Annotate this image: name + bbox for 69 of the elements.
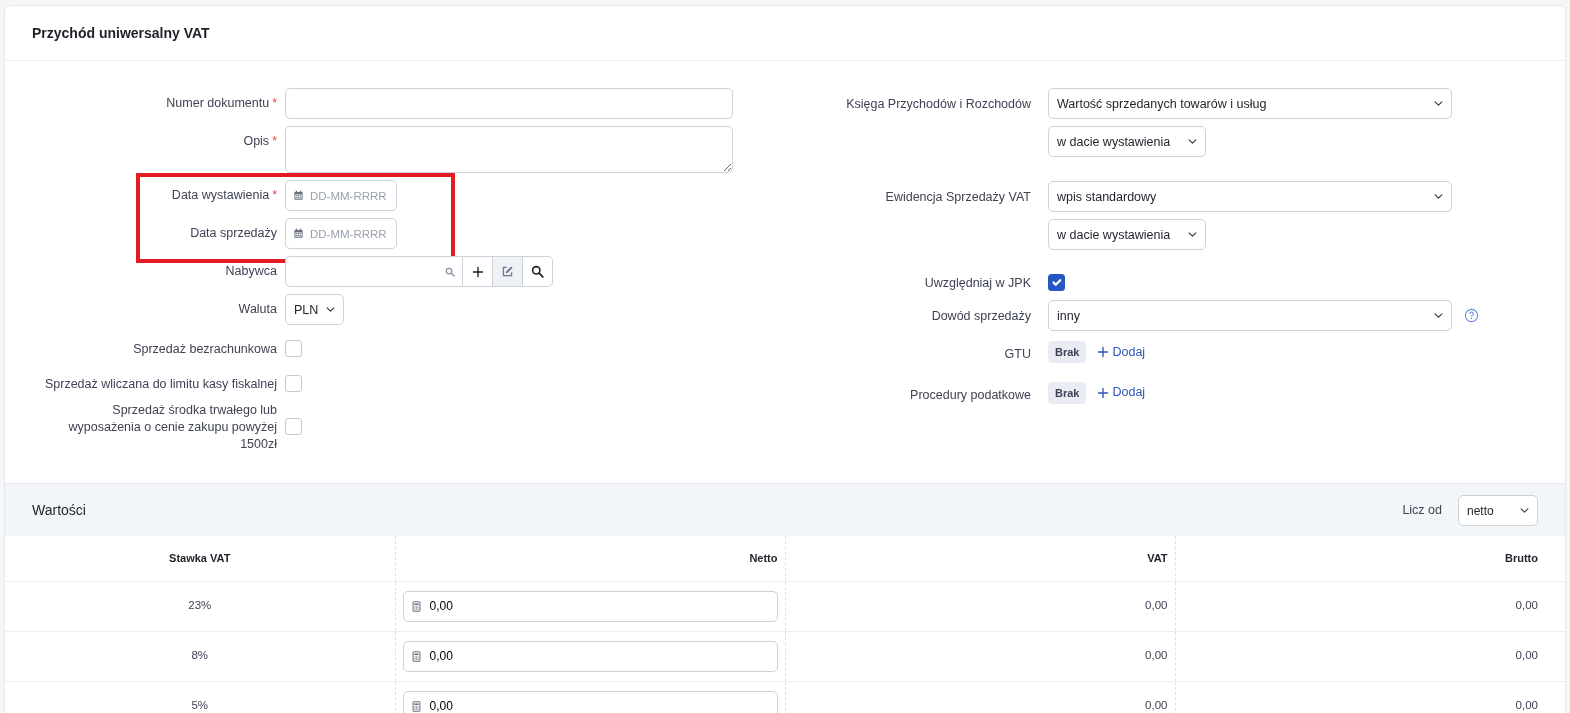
help-icon[interactable]	[1464, 307, 1479, 323]
table-cell: 5%	[5, 681, 395, 713]
search-icon	[531, 265, 544, 278]
calendar-icon	[293, 228, 304, 239]
table-cell: 0,00	[785, 581, 1175, 631]
field-label: Uwzględniaj w JPK	[924, 276, 1031, 290]
text-area[interactable]	[285, 126, 733, 173]
table-cell: 23%	[5, 581, 395, 631]
edit-button[interactable]	[493, 256, 523, 287]
calendar-icon	[293, 190, 304, 201]
table-cell: 0,00	[1175, 631, 1565, 681]
search-button[interactable]	[523, 256, 553, 287]
amount-field[interactable]: 0,00	[402, 690, 778, 713]
field-label: Ewidencja Sprzedaży VAT	[885, 190, 1031, 204]
calculator-icon	[410, 700, 422, 712]
plus-icon	[1097, 346, 1110, 358]
dropdown[interactable]: wpis standardowy	[1048, 181, 1452, 212]
plus-icon	[471, 265, 484, 278]
add-link[interactable]: Dodaj	[1097, 383, 1146, 403]
table-cell: 0,00	[1175, 581, 1565, 631]
add-link[interactable]: Dodaj	[1097, 342, 1146, 362]
text-input[interactable]	[285, 88, 733, 119]
field-label: Sprzedaż wliczana do limitu kasy fiskalnej	[44, 377, 277, 391]
table-cell: 0,00	[785, 631, 1175, 681]
field-label: Data wystawienia	[171, 188, 270, 202]
field-label: Waluta	[238, 302, 277, 316]
tag: Brak	[1048, 340, 1087, 364]
column-header: Brutto	[1175, 536, 1565, 581]
column-header: Netto	[395, 536, 785, 581]
currency-dropdown[interactable]: PLN	[285, 294, 344, 325]
amount-field[interactable]: 0,00	[402, 590, 778, 622]
tag: Brak	[1048, 381, 1087, 404]
required-mark: *	[272, 188, 277, 202]
search-field[interactable]	[285, 256, 463, 287]
field-label: Procedury podatkowe	[910, 387, 1031, 402]
date-field[interactable]: DD-MM-RRRR	[285, 218, 397, 249]
field-label: GTU	[1004, 346, 1031, 361]
dropdown[interactable]: inny	[1048, 299, 1452, 331]
card-title: Przychód uniwersalny VAT	[32, 23, 210, 43]
calculator-icon	[410, 600, 422, 612]
column-header: VAT	[785, 536, 1175, 581]
field-label: Dowód sprzedaży	[931, 308, 1031, 323]
edit-icon	[501, 265, 514, 278]
section-title: Wartości	[32, 500, 86, 520]
add-button[interactable]	[463, 256, 493, 287]
field-label: Data sprzedaży	[190, 226, 277, 240]
table-cell: 8%	[5, 631, 395, 681]
table-cell: 0,00	[785, 681, 1175, 713]
field-label: Sprzedaż bezrachunkowa	[133, 342, 277, 356]
count-from-dropdown[interactable]: netto	[1458, 494, 1538, 526]
checkbox[interactable]	[1048, 274, 1065, 291]
field-label: Numer dokumentu	[166, 96, 270, 110]
field-label: Sprzedaż środka trwałego lub wyposażenia o cenie zakupu powyżej 1500zł	[67, 402, 277, 453]
count-from-label: Licz od	[1402, 501, 1442, 519]
required-mark: *	[272, 96, 277, 110]
date-mode-dropdown[interactable]: w dacie wystawienia	[1048, 219, 1206, 250]
table-cell: 0,00	[1175, 681, 1565, 713]
field-label: Księga Przychodów i Rozchodów	[846, 97, 1031, 111]
field-label: Opis	[243, 134, 270, 148]
dropdown[interactable]: Wartość sprzedanych towarów i usług	[1048, 88, 1452, 119]
amount-field[interactable]: 0,00	[402, 640, 778, 672]
plus-icon	[1097, 386, 1110, 399]
date-field[interactable]: DD-MM-RRRR	[285, 180, 397, 211]
calculator-icon	[410, 650, 422, 662]
date-mode-dropdown[interactable]: w dacie wystawienia	[1048, 126, 1206, 157]
required-mark: *	[272, 134, 277, 148]
column-header: Stawka VAT	[5, 536, 395, 581]
field-label: Nabywca	[225, 264, 277, 278]
search-icon	[445, 267, 455, 277]
